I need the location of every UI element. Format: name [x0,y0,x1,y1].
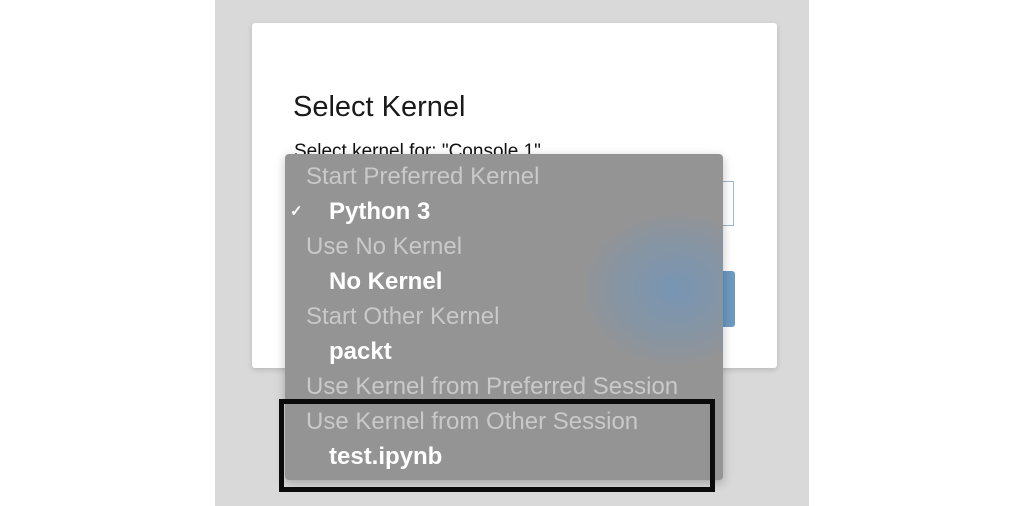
menu-item-python-3[interactable]: ✓ Python 3 [285,194,723,229]
menu-item-label: packt [329,338,392,365]
menu-item-packt[interactable]: packt [285,334,723,369]
app-backdrop: Select Kernel Select kernel for: "Consol… [215,0,809,506]
menu-item-test-ipynb[interactable]: test.ipynb [285,439,723,474]
menu-header-start-other-kernel: Start Other Kernel [306,303,500,330]
menu-header-use-kernel-from-other-session: Use Kernel from Other Session [306,408,639,435]
menu-item-label: No Kernel [329,268,443,295]
dialog-title: Select Kernel [293,91,466,123]
menu-item-label: test.ipynb [329,443,443,470]
kernel-dropdown-menu: Start Preferred Kernel ✓ Python 3 Use No… [285,154,723,480]
menu-item-no-kernel[interactable]: No Kernel [285,264,723,299]
menu-header-start-preferred-kernel: Start Preferred Kernel [306,163,540,190]
menu-header-use-no-kernel: Use No Kernel [306,233,463,260]
checkmark-icon: ✓ [290,203,303,220]
menu-header-use-kernel-from-preferred-session: Use Kernel from Preferred Session [306,373,679,400]
menu-item-label: Python 3 [329,198,431,225]
